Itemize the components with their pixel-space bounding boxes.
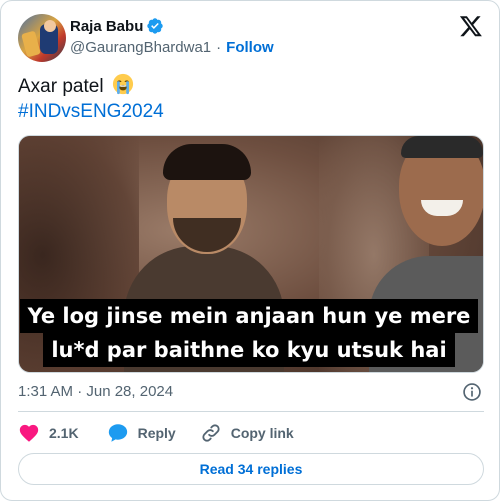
tweet-timestamp[interactable]: 1:31 AM · Jun 28, 2024 [18,383,173,400]
action-bar: 2.1K Reply Copy link [18,422,294,444]
info-icon[interactable] [462,382,482,402]
meme-caption: Ye log jinse mein anjaan hun ye mere lu*… [19,299,479,371]
copy-link-label: Copy link [230,425,294,441]
author-name-row: Raja Babu [70,17,164,35]
avatar[interactable] [18,14,66,62]
like-button[interactable]: 2.1K [18,422,79,444]
author-display-name[interactable]: Raja Babu [70,18,143,35]
follow-button[interactable]: Follow [226,39,274,56]
tweet-media-image[interactable]: Ye log jinse mein anjaan hun ye mere lu*… [18,135,484,373]
meme-caption-line-2: lu*d par baithne ko kyu utsuk hai [43,333,455,367]
tweet-text: Axar patel #INDvsENG2024 [18,73,164,124]
hashtag-link[interactable]: #INDvsENG2024 [18,99,164,124]
divider [18,411,484,412]
author-handle[interactable]: @GaurangBhardwa1 [70,39,211,56]
tweet-body: Axar patel [18,76,104,97]
tweet-card: Raja Babu @GaurangBhardwa1 · Follow Axar… [0,0,500,501]
heart-icon [19,424,39,442]
crying-face-icon [112,73,134,95]
meme-caption-line-1: Ye log jinse mein anjaan hun ye mere [19,299,479,333]
separator-dot: · [216,39,222,56]
reply-button[interactable]: Reply [107,422,176,444]
copy-link-button[interactable]: Copy link [200,422,294,444]
speech-bubble-icon [108,424,127,442]
author-handle-row: @GaurangBhardwa1 · Follow [70,39,274,56]
link-icon [202,424,220,442]
verified-badge-icon [146,17,164,35]
x-logo-icon[interactable] [458,14,484,38]
reply-label: Reply [137,425,176,441]
read-replies-button[interactable]: Read 34 replies [18,453,484,485]
like-count: 2.1K [49,425,79,441]
